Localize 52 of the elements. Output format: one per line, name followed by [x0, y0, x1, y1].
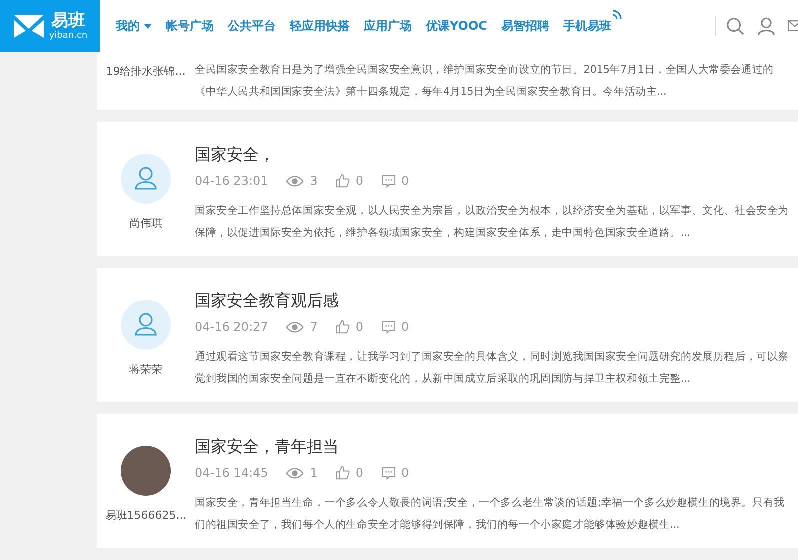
default-avatar-icon[interactable]: [121, 154, 171, 204]
nav-link[interactable]: 轻应用快搭: [290, 8, 350, 44]
caret-icon: [144, 24, 152, 28]
signal-icon: [612, 10, 622, 20]
comment-count: 0: [402, 466, 410, 480]
nav-link[interactable]: 我的: [116, 8, 152, 44]
eye-icon: [286, 322, 304, 332]
like-count: 0: [356, 466, 364, 480]
user-icon[interactable]: [757, 16, 776, 36]
comment-icon[interactable]: [382, 320, 396, 334]
eye-icon: [286, 176, 304, 186]
avatar-photo-placeholder[interactable]: [121, 446, 171, 496]
nav-link[interactable]: 应用广场: [364, 8, 412, 44]
post-time: 04-16 14:45: [195, 466, 268, 480]
post-title[interactable]: 国家安全，青年担当: [195, 436, 792, 458]
author-name[interactable]: 19给排水张锦...: [106, 64, 186, 79]
search-icon[interactable]: [726, 16, 745, 36]
post-excerpt: 全民国家安全教育日是为了增强全民国家安全意识，维护国家安全而设立的节日。2015年7月1日，全国人大常委会通过的《中华人民共和国国家安全法》第十四条规定，每年4月15日为全民国家安全教育日。今年活动主...: [195, 63, 775, 100]
comment-icon[interactable]: [382, 174, 396, 188]
nav-link[interactable]: 公共平台: [228, 8, 276, 44]
thumbs-up-icon[interactable]: [336, 320, 350, 334]
post-time: 04-16 20:27: [195, 320, 268, 334]
post-title[interactable]: 国家安全，: [195, 144, 792, 166]
nav-link[interactable]: 优课YOOC: [426, 8, 488, 44]
like-count: 0: [356, 320, 364, 334]
comment-count: 0: [402, 320, 410, 334]
author-name[interactable]: 尚伟琪: [130, 216, 162, 231]
post-excerpt: 通过观看这节国家安全教育课程，让我学习到了国家安全的具体含义，同时浏览我国国家安全问题研究的发展历程后，可以察觉到我国的国家安全问题是一直在不断变化的，从新中国成立后采取的巩固国防与捍卫主权和领土完整...: [195, 350, 790, 387]
post-time: 04-16 23:01: [195, 174, 268, 188]
author-name[interactable]: 易班1566625...: [105, 508, 187, 523]
nav-link[interactable]: 手机易班: [563, 8, 622, 44]
post-excerpt: 国家安全，青年担当生命，一个多么令人敬畏的词语;安全，一个多么老生常谈的话题;幸福一个多么妙趣横生的境界。只有我们的祖国安全了，我们每个人的生命安全才能够得到保障，我们的每一个小家庭才能够体验妙趣横生...: [195, 496, 786, 533]
comment-icon[interactable]: [382, 466, 396, 480]
author-name[interactable]: 蒋荣荣: [130, 362, 162, 377]
post-excerpt: 国家安全工作坚持总体国家安全观，以人民安全为宗旨，以政治安全为根本，以经济安全为基础，以军事、文化、社会安全为保障，以促进国际安全为依托，维护各领域国家安全，构建国家安全体系，走中国特色国家安全道路。...: [195, 204, 790, 241]
nav-link[interactable]: 帐号广场: [166, 8, 214, 44]
view-count: 1: [310, 466, 318, 480]
view-count: 7: [310, 320, 318, 334]
envelope-logo-icon: [12, 12, 46, 40]
view-count: 3: [310, 174, 318, 188]
logo-name: 易班: [52, 10, 86, 30]
thumbs-up-icon[interactable]: [336, 174, 350, 188]
mail-icon[interactable]: [788, 19, 798, 33]
thumbs-up-icon[interactable]: [336, 466, 350, 480]
eye-icon: [286, 468, 304, 478]
comment-count: 0: [402, 174, 410, 188]
nav-link[interactable]: 易智招聘: [501, 8, 550, 44]
default-avatar-icon[interactable]: [121, 300, 171, 350]
logo-domain: yiban.cn: [49, 30, 88, 42]
post-title[interactable]: 国家安全教育观后感: [195, 290, 792, 312]
like-count: 0: [356, 174, 364, 188]
logo[interactable]: 易班 yiban.cn: [0, 0, 100, 52]
